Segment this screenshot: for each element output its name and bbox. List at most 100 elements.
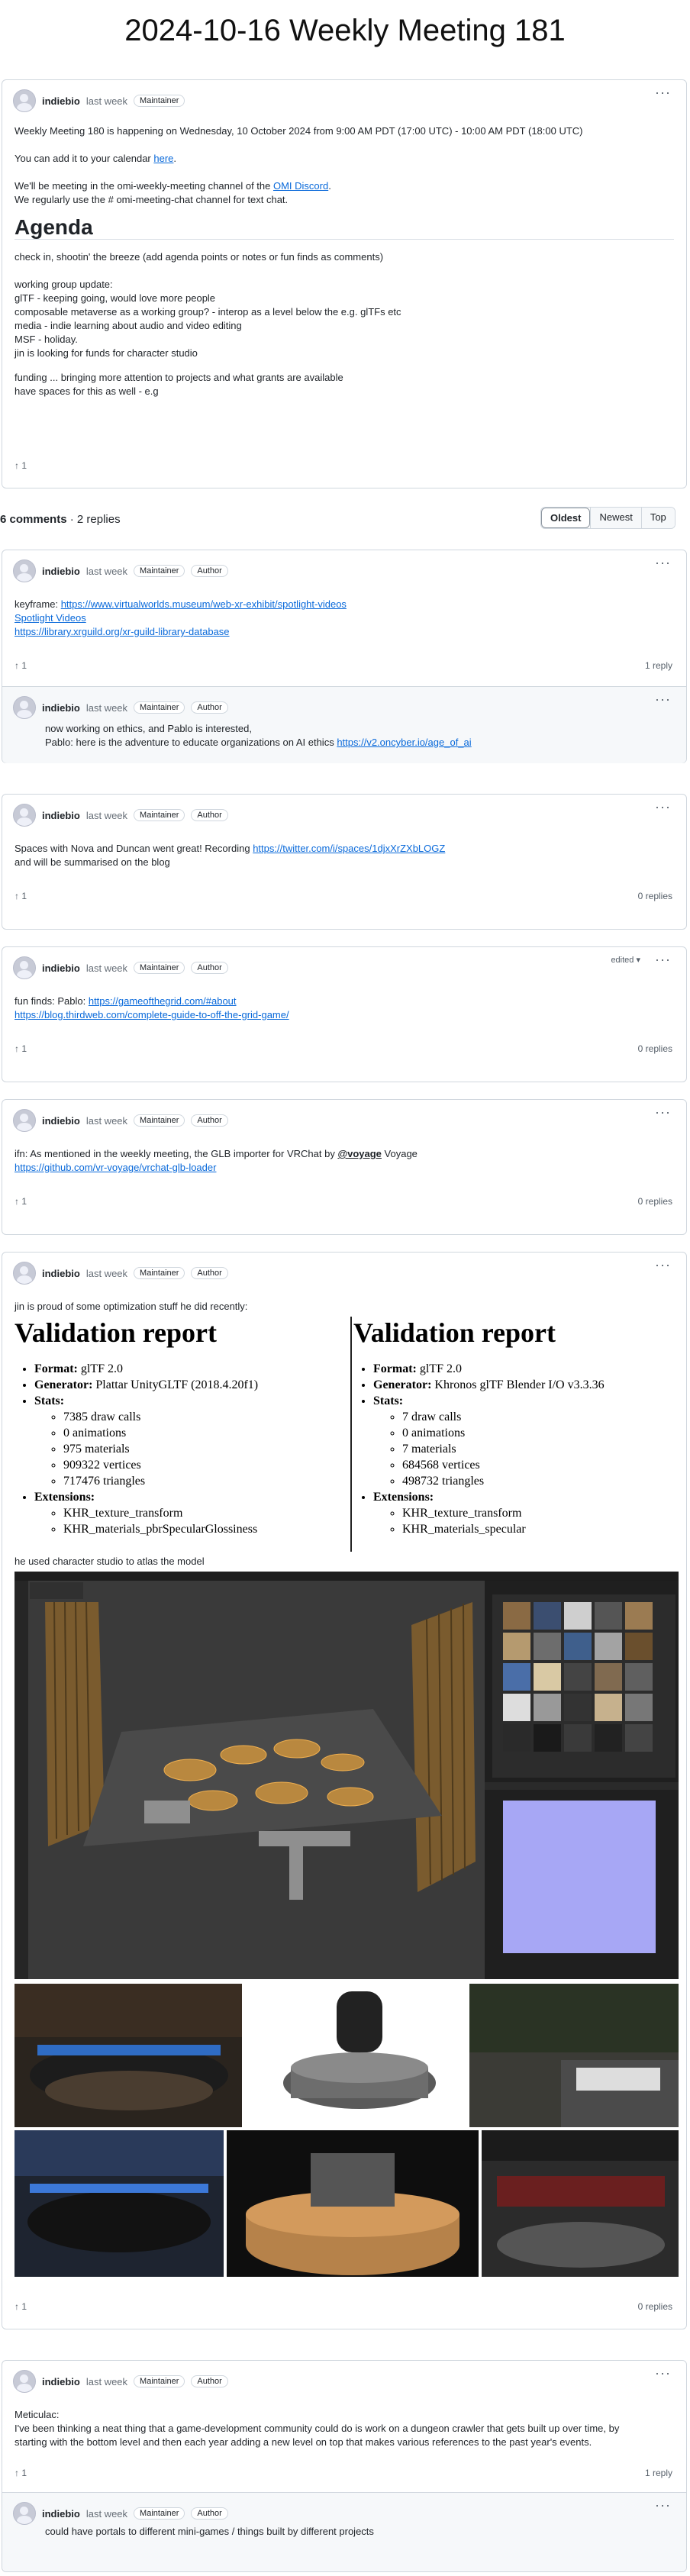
author-name[interactable]: indiebio <box>42 1268 80 1279</box>
blender-screenshot-image[interactable] <box>15 1572 679 1979</box>
post-header: indiebio last week Maintainer <box>13 89 185 112</box>
reply-count[interactable]: 1 reply <box>645 660 672 671</box>
link[interactable]: https://v2.oncyber.io/age_of_ai <box>337 737 471 748</box>
field-value: glTF 2.0 <box>77 1362 123 1375</box>
more-options-icon[interactable]: ··· <box>655 692 671 708</box>
comment-text: starting with the bottom level and then … <box>15 2436 592 2448</box>
author-name[interactable]: indiebio <box>42 1115 80 1127</box>
timestamp[interactable]: last week <box>86 95 127 107</box>
avatar[interactable] <box>13 2370 36 2393</box>
upvote-button[interactable]: ↑ 1 <box>15 660 27 671</box>
timestamp[interactable]: last week <box>86 1268 127 1279</box>
nyse-booth-photo[interactable] <box>482 2130 679 2277</box>
upvote-button[interactable]: ↑ 1 <box>15 1196 27 1207</box>
author-name[interactable]: indiebio <box>42 2376 80 2387</box>
comment-text: he used character studio to atlas the mo… <box>15 1556 205 1567</box>
photo-graphic <box>482 2130 679 2268</box>
agenda-heading: Agenda <box>15 217 674 240</box>
separator-dot: · <box>66 513 77 526</box>
avatar[interactable] <box>13 804 36 827</box>
trading-floor-photo[interactable] <box>15 2130 224 2277</box>
comment-text: ifn: As mentioned in the weekly meeting,… <box>15 1148 338 1159</box>
maintainer-badge: Maintainer <box>134 2507 185 2520</box>
reply-body: could have portals to different mini-gam… <box>45 2525 674 2539</box>
kiosk-render-photo[interactable] <box>245 1984 466 2127</box>
avatar[interactable] <box>13 956 36 979</box>
link[interactable]: https://gameofthegrid.com/#about <box>89 995 237 1007</box>
validation-report-left: Validation report Format: glTF 2.0 Gener… <box>15 1317 343 1537</box>
avatar[interactable] <box>13 696 36 719</box>
discord-text: We'll be meeting in the omi-weekly-meeti… <box>15 180 273 192</box>
link[interactable]: https://www.virtualworlds.museum/web-xr-… <box>61 598 347 610</box>
more-options-icon[interactable]: ··· <box>655 1257 671 1273</box>
reply-count[interactable]: 0 replies <box>638 2301 672 2312</box>
page-title: 2024-10-16 Weekly Meeting 181 <box>124 14 566 47</box>
comment: indiebio last week Maintainer Author ···… <box>2 1099 687 1235</box>
tab-newest[interactable]: Newest <box>590 508 641 528</box>
maintainer-badge: Maintainer <box>134 95 185 107</box>
more-options-icon[interactable]: ··· <box>655 555 671 571</box>
upvote-button[interactable]: ↑ 1 <box>15 891 27 901</box>
reply-count[interactable]: 0 replies <box>638 1196 672 1207</box>
discussion-post: indiebio last week Maintainer ··· Weekly… <box>2 79 687 488</box>
upvote-button[interactable]: ↑ 1 <box>15 1043 27 1054</box>
comment-body: Meticulac: I've been thinking a neat thi… <box>15 2408 674 2449</box>
report-heading: Validation report <box>353 1317 556 1348</box>
author-name[interactable]: indiebio <box>42 962 80 974</box>
reply-count[interactable]: 0 replies <box>638 891 672 901</box>
tab-top[interactable]: Top <box>640 508 675 528</box>
timestamp[interactable]: last week <box>86 810 127 821</box>
author-name[interactable]: indiebio <box>42 2508 80 2520</box>
calendar-link[interactable]: here <box>153 153 173 164</box>
avatar[interactable] <box>13 89 36 112</box>
booth-render-photo[interactable] <box>227 2130 479 2277</box>
edited-dropdown[interactable]: edited ▾ <box>611 955 640 965</box>
more-options-icon[interactable]: ··· <box>655 799 671 815</box>
upvote-button[interactable]: ↑ 1 <box>15 2468 27 2478</box>
field-value: glTF 2.0 <box>416 1362 462 1375</box>
link[interactable]: https://github.com/vr-voyage/vrchat-glb-… <box>15 1162 216 1173</box>
stock-exchange-photo[interactable] <box>15 1984 242 2127</box>
reply-count[interactable]: 1 reply <box>645 2468 672 2478</box>
user-mention[interactable]: @voyage <box>337 1148 381 1159</box>
report-heading: Validation report <box>15 1317 218 1348</box>
author-name[interactable]: indiebio <box>42 95 80 107</box>
avatar[interactable] <box>13 1262 36 1285</box>
timestamp[interactable]: last week <box>86 962 127 974</box>
atlas-caption: he used character studio to atlas the mo… <box>15 1555 674 1568</box>
avatar[interactable] <box>13 1109 36 1132</box>
timestamp[interactable]: last week <box>86 2508 127 2520</box>
upvote-button[interactable]: ↑ 1 <box>15 2301 27 2312</box>
link[interactable]: https://blog.thirdweb.com/complete-guide… <box>15 1009 289 1020</box>
avatar[interactable] <box>13 2502 36 2525</box>
timestamp[interactable]: last week <box>86 1115 127 1127</box>
link[interactable]: https://twitter.com/i/spaces/1djxXrZXbLO… <box>253 843 445 854</box>
list-item: have spaces for this as well - e.g <box>15 385 159 397</box>
reply-count[interactable]: 0 replies <box>638 1043 672 1054</box>
link[interactable]: Spotlight Videos <box>15 612 86 624</box>
more-options-icon[interactable]: ··· <box>655 1104 671 1120</box>
extension-item: KHR_materials_specular <box>402 1521 674 1537</box>
upvote-button[interactable]: ↑ 1 <box>15 460 27 471</box>
reply-body: now working on ethics, and Pablo is inte… <box>45 722 674 750</box>
maintainer-badge: Maintainer <box>134 565 185 577</box>
link[interactable]: https://library.xrguild.org/xr-guild-lib… <box>15 626 230 637</box>
author-name[interactable]: indiebio <box>42 566 80 577</box>
comment-text: Voyage <box>381 1148 418 1159</box>
timestamp[interactable]: last week <box>86 2376 127 2387</box>
nyse-photo[interactable] <box>469 1984 679 2127</box>
timestamp[interactable]: last week <box>86 702 127 714</box>
author-name[interactable]: indiebio <box>42 810 80 821</box>
more-options-icon[interactable]: ··· <box>655 952 671 968</box>
tab-oldest[interactable]: Oldest <box>541 508 591 528</box>
maintainer-badge: Maintainer <box>134 1114 185 1127</box>
discord-link[interactable]: OMI Discord <box>273 180 328 192</box>
more-options-icon[interactable]: ··· <box>655 85 671 101</box>
more-options-icon[interactable]: ··· <box>655 2497 671 2513</box>
author-name[interactable]: indiebio <box>42 702 80 714</box>
field-label: Stats: <box>34 1394 65 1407</box>
more-options-icon[interactable]: ··· <box>655 2365 671 2381</box>
timestamp[interactable]: last week <box>86 566 127 577</box>
comment-text: Meticulac: <box>15 2409 60 2420</box>
avatar[interactable] <box>13 559 36 582</box>
